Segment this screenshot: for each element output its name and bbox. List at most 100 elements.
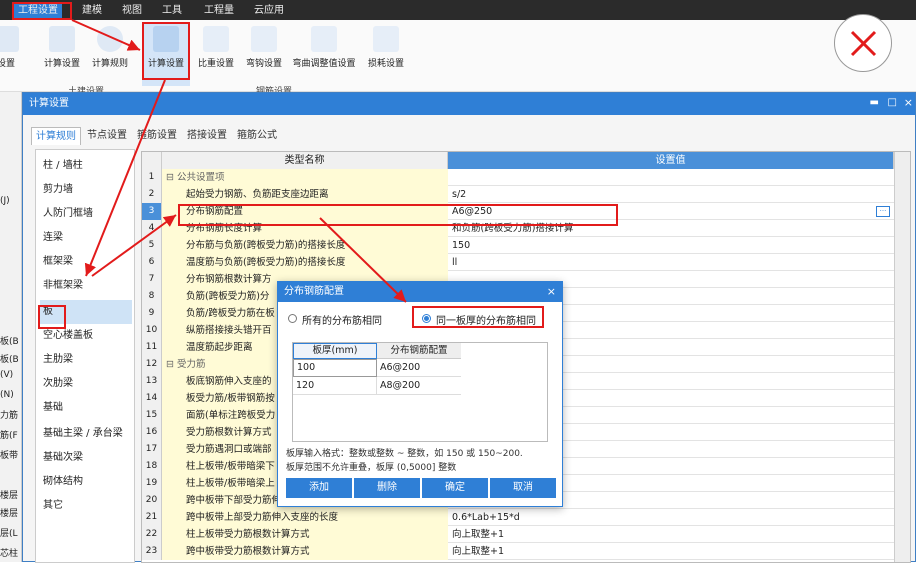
row-number: 2: [142, 186, 162, 203]
left-strip-label: 力筋: [0, 411, 19, 421]
category-item[interactable]: 其它: [40, 494, 132, 518]
radio-all-same[interactable]: [288, 314, 297, 323]
distribution-rebar-popup: 分布钢筋配置 × 所有的分布筋相同 同一板厚的分布筋相同 板厚(mm) 分布钢筋…: [277, 281, 563, 507]
popup-title: 分布钢筋配置: [278, 282, 562, 302]
highlight-menu: [12, 2, 72, 20]
table-row[interactable]: 21 跨中板带上部受力筋伸入支座的长度 0.6*Lab+15*d: [142, 509, 894, 526]
menu-quantity[interactable]: 工程量: [200, 3, 238, 19]
config-cell[interactable]: A6@200: [377, 359, 461, 377]
highlight-slab: [38, 305, 66, 329]
thickness-cell[interactable]: 120: [293, 377, 377, 395]
ribbon-calc-rules-button[interactable]: 计算规则: [86, 24, 134, 86]
row-value[interactable]: [448, 169, 894, 186]
menu-cloud[interactable]: 云应用: [250, 3, 288, 19]
row-number: 14: [142, 390, 162, 407]
ribbon-calc-settings-button[interactable]: 计算设置: [38, 24, 86, 86]
ribbon-loss-settings-button[interactable]: 损耗设置: [362, 24, 410, 86]
row-value[interactable]: ll: [448, 254, 894, 271]
ribbon-hook-settings-button[interactable]: 弯钩设置: [240, 24, 288, 86]
row-type-name: 跨中板带上部受力筋伸入支座的长度: [162, 509, 448, 526]
row-number: 5: [142, 237, 162, 254]
category-item[interactable]: 次肋梁: [40, 372, 132, 396]
grid-scrollbar[interactable]: [894, 152, 910, 562]
category-item[interactable]: 基础主梁 / 承台梁: [40, 422, 132, 446]
close-x-icon: [834, 14, 892, 72]
row-value[interactable]: 向上取整+1: [448, 543, 894, 560]
highlight-distribution-row: [178, 204, 618, 226]
close-icon[interactable]: ×: [904, 96, 913, 109]
left-strip-label: 板(B: [0, 337, 19, 347]
table-row[interactable]: 23 跨中板带受力筋根数计算方式 向上取整+1: [142, 543, 894, 560]
settings-icon: [0, 26, 19, 52]
tab-lap-settings[interactable]: 搭接设置: [183, 127, 231, 145]
row-type-name: 起始受力钢筋、负筋距支座边距离: [162, 186, 448, 203]
row-value[interactable]: 向上取整+1: [448, 526, 894, 543]
tab-node-settings[interactable]: 节点设置: [83, 127, 131, 145]
left-strip-label: 板带: [0, 451, 19, 461]
minimize-icon[interactable]: ▬: [870, 97, 879, 108]
menu-view[interactable]: 视图: [118, 3, 146, 19]
category-item[interactable]: 柱 / 墙柱: [40, 154, 132, 178]
ok-button[interactable]: 确定: [422, 478, 488, 498]
row-number: 1: [142, 169, 162, 186]
cancel-button[interactable]: 取消: [490, 478, 556, 498]
tab-calc-rules[interactable]: 计算规则: [31, 127, 81, 145]
left-strip-label: 板(B: [0, 355, 19, 365]
config-cell[interactable]: A8@200: [377, 377, 461, 395]
radio-all-same-label: 所有的分布筋相同: [302, 316, 382, 327]
thickness-cell[interactable]: 100: [293, 359, 377, 377]
category-item[interactable]: 剪力墙: [40, 178, 132, 202]
left-strip-label: 楼层: [0, 491, 19, 501]
ribbon-settings-button[interactable]: 设置: [0, 24, 26, 86]
category-item[interactable]: 砌体结构: [40, 470, 132, 494]
row-number: 8: [142, 288, 162, 305]
menu-modeling[interactable]: 建模: [78, 3, 106, 19]
ribbon-bend-adjust-button[interactable]: 弯曲调整值设置: [288, 24, 360, 86]
ribbon-weight-settings-button[interactable]: 比重设置: [192, 24, 240, 86]
row-number: 3: [142, 203, 162, 220]
category-item[interactable]: 基础次梁: [40, 446, 132, 470]
row-number: 13: [142, 373, 162, 390]
row-value[interactable]: 150: [448, 237, 894, 254]
table-row[interactable]: 2 起始受力钢筋、负筋距支座边距离 s/2: [142, 186, 894, 203]
left-strip-label: (J): [0, 196, 10, 206]
row-type-name: ⊟ 公共设置项: [162, 169, 448, 186]
row-number: 7: [142, 271, 162, 288]
tab-stirrup-formula[interactable]: 箍筋公式: [233, 127, 281, 145]
add-button[interactable]: 添加: [286, 478, 352, 498]
category-item[interactable]: 框架梁: [40, 250, 132, 274]
maximize-icon[interactable]: □: [888, 97, 897, 108]
row-number: 21: [142, 509, 162, 526]
dialog-title: 计算设置: [23, 93, 915, 115]
hint-line-1: 板厚输入格式：整数或整数 ~ 整数，如 150 或 150~200.: [286, 449, 523, 459]
row-value[interactable]: s/2: [448, 186, 894, 203]
table-row[interactable]: 6 温度筋与负筋(跨板受力筋)的搭接长度 ll: [142, 254, 894, 271]
row-number: 12: [142, 356, 162, 373]
row-number: 22: [142, 526, 162, 543]
loss-icon: [373, 26, 399, 52]
ellipsis-button[interactable]: ···: [876, 206, 890, 217]
category-item[interactable]: 人防门框墙: [40, 202, 132, 226]
category-item[interactable]: 非框架梁: [40, 274, 132, 298]
row-type-name: 跨中板带受力筋根数计算方式: [162, 543, 448, 560]
row-value[interactable]: 0.6*Lab+15*d: [448, 509, 894, 526]
table-row[interactable]: 1 ⊟ 公共设置项: [142, 169, 894, 186]
popup-close-icon[interactable]: ×: [547, 285, 556, 298]
row-number: 10: [142, 322, 162, 339]
row-type-name: 分布筋与负筋(跨板受力筋)的搭接长度: [162, 237, 448, 254]
row-number: 9: [142, 305, 162, 322]
delete-button[interactable]: 删除: [354, 478, 420, 498]
tab-stirrup-settings[interactable]: 箍筋设置: [133, 127, 181, 145]
category-item[interactable]: 基础: [40, 396, 132, 420]
menu-bar: 工程设置 建模 视图 工具 工程量 云应用: [0, 0, 916, 20]
category-item[interactable]: 连梁: [40, 226, 132, 250]
thickness-table: 板厚(mm) 分布钢筋配置 100 A6@200 120 A8@200: [292, 342, 548, 442]
category-item[interactable]: 主肋梁: [40, 348, 132, 372]
header-value: 设置值: [448, 152, 894, 169]
row-number: 16: [142, 424, 162, 441]
header-rownum: [142, 152, 162, 169]
menu-tools[interactable]: 工具: [158, 3, 186, 19]
highlight-ribbon-button: [142, 22, 190, 80]
table-row[interactable]: 22 柱上板带受力筋根数计算方式 向上取整+1: [142, 526, 894, 543]
table-row[interactable]: 5 分布筋与负筋(跨板受力筋)的搭接长度 150: [142, 237, 894, 254]
